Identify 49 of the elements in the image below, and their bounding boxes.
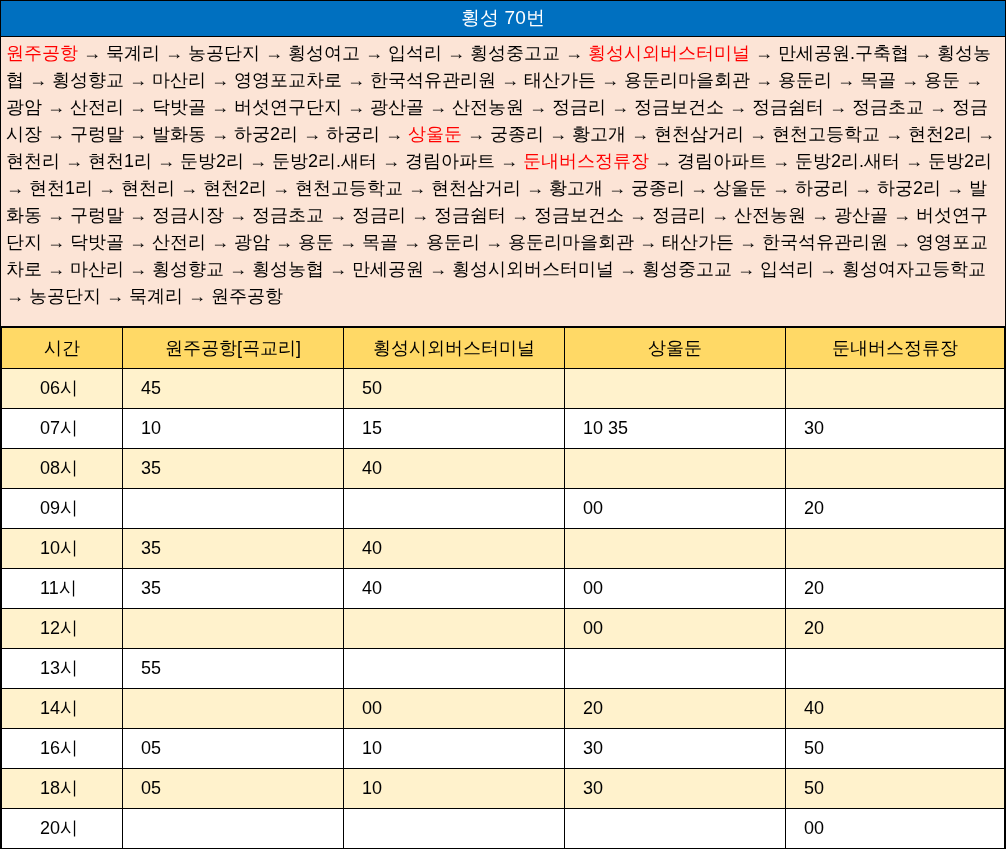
hour-cell: 10시 xyxy=(1,528,123,569)
minute-cell: 55 xyxy=(122,648,344,689)
minute-cell: 15 xyxy=(343,408,565,449)
hour-cell: 09시 xyxy=(1,488,123,529)
minute-cell: 50 xyxy=(785,728,1005,769)
minute-cell: 20 xyxy=(785,488,1005,529)
column-header: 원주공항[곡교리] xyxy=(122,327,344,369)
hour-cell: 11시 xyxy=(1,568,123,609)
minute-cell: 20 xyxy=(564,688,786,729)
hour-cell: 08시 xyxy=(1,448,123,489)
column-header: 횡성시외버스터미널 xyxy=(343,327,565,369)
minute-cell: 10 xyxy=(122,408,344,449)
hour-cell: 18시 xyxy=(1,768,123,809)
hour-cell: 20시 xyxy=(1,808,123,848)
minute-cell: 50 xyxy=(343,368,565,409)
minute-cell: 10 xyxy=(343,768,565,809)
minute-cell: 05 xyxy=(122,728,344,769)
hour-cell: 07시 xyxy=(1,408,123,449)
column-header: 상울둔 xyxy=(564,327,786,369)
minute-cell: 40 xyxy=(785,688,1005,729)
hour-cell: 13시 xyxy=(1,648,123,689)
minute-cell: 30 xyxy=(785,408,1005,449)
minute-cell: 05 xyxy=(122,768,344,809)
minute-cell: 40 xyxy=(343,528,565,569)
minute-cell: 20 xyxy=(785,568,1005,609)
hour-cell: 12시 xyxy=(1,608,123,649)
route-description: 원주공항 → 묵계리 → 농공단지 → 횡성여고 → 입석리 → 횡성중고교 → 횡성시외버스터미널 → 만세공원.구축협 → 횡성농협 → 횡성향교 → 마산리 → 영영포교차로 → 한국석유관리원 → 태산가든 → 용둔리마을회관 → 용둔리 → 목골 → 용둔 → 광암 → 산전리 → 닥밧골 → 버섯연구단지 → 광산골 → 산전농원 → 정금리 → 정금보건소 → 정금쉼터 → 정금초교 → 정금시장 → 구렁말 → 발화동 → 하궁2리 → 하궁리 → 상울둔 → 궁종리 → 황고개 → 현천삼거리 → 현천고등학교 → 현천2리 → 현천리 → 현천1리 → 둔방2리 → 둔방2리.새터 → 경림아파트 → 둔내버스정류장 → 경림아파트 → 둔방2리.새터 → 둔방2리 → 현천1리 → 현천리 → 현천2리 → 현천고등학교 → 현천삼거리 → 황고개 → 궁종리 → 상울둔 → 하궁리 → 하궁2리 → 발화동 → 구렁말 → 정금시장 → 정금초교 → 정금리 → 정금쉼터 → 정금보건소 → 정금리 → 산전농원 → 광산골 → 버섯연구단지 → 닥밧골 → 산전리 → 광암 → 용둔 → 목골 → 용둔리 → 용둔리마을회관 → 태산가든 → 한국석유관리원 → 영영포교차로 → 마산리 → 횡성향교 → 횡성농협 → 만세공원 → 횡성시외버스터미널 → 횡성중고교 → 입석리 → 횡성여자고등학교 → 농공단지 → 묵계리 → 원주공항 xyxy=(1,37,1005,327)
column-header: 시간 xyxy=(1,327,123,369)
hour-cell: 06시 xyxy=(1,368,123,409)
page-title: 횡성 70번 xyxy=(1,1,1005,37)
minute-cell: 40 xyxy=(343,568,565,609)
minute-cell: 30 xyxy=(564,768,786,809)
minute-cell: 20 xyxy=(785,608,1005,649)
minute-cell: 40 xyxy=(343,448,565,489)
hour-cell: 16시 xyxy=(1,728,123,769)
minute-cell: 50 xyxy=(785,768,1005,809)
minute-cell: 00 xyxy=(564,568,786,609)
minute-cell: 35 xyxy=(122,448,344,489)
minute-cell: 10 xyxy=(343,728,565,769)
minute-cell: 00 xyxy=(343,688,565,729)
minute-cell: 30 xyxy=(564,728,786,769)
minute-cell: 35 xyxy=(122,528,344,569)
column-header: 둔내버스정류장 xyxy=(785,327,1005,369)
minute-cell: 10 35 xyxy=(564,408,786,449)
minute-cell: 45 xyxy=(122,368,344,409)
minute-cell: 00 xyxy=(564,608,786,649)
minute-cell: 00 xyxy=(564,488,786,529)
minute-cell: 35 xyxy=(122,568,344,609)
hour-cell: 14시 xyxy=(1,688,123,729)
